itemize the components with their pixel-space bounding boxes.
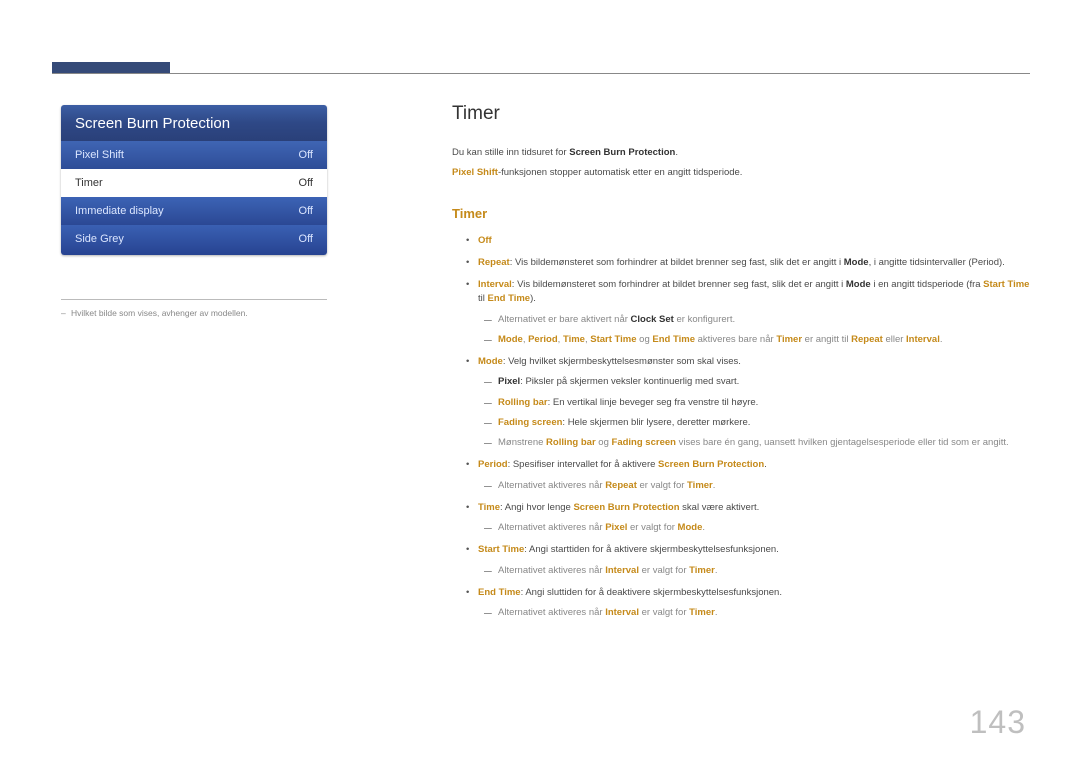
row-value: Off: [299, 205, 313, 217]
mode-rolling-bar: Rolling bar: En vertikal linje beveger s…: [498, 396, 1032, 410]
row-label: Pixel Shift: [75, 149, 124, 161]
row-label: Timer: [75, 177, 103, 189]
row-label: Side Grey: [75, 233, 124, 245]
panel-row-timer[interactable]: Timer Off: [61, 169, 327, 197]
panel-title: Screen Burn Protection: [61, 105, 327, 141]
mode-fading-screen: Fading screen: Hele skjermen blir lysere…: [498, 416, 1032, 430]
note-clock-set: Alternativet er bare aktivert når Clock …: [498, 313, 1032, 327]
intro-line-1: Du kan stille inn tidsuret for Screen Bu…: [452, 146, 1032, 160]
period-note: Alternativet aktiveres når Repeat er val…: [498, 479, 1032, 493]
option-period: Period: Spesifiser intervallet for å akt…: [478, 458, 1032, 493]
option-time: Time: Angi hvor lenge Screen Burn Protec…: [478, 501, 1032, 536]
option-mode: Mode: Velg hvilket skjermbeskyttelsesmøn…: [478, 355, 1032, 450]
option-start-time: Start Time: Angi starttiden for å aktive…: [478, 543, 1032, 578]
end-time-note: Alternativet aktiveres når Interval er v…: [498, 606, 1032, 620]
page-number: 143: [970, 704, 1026, 741]
option-end-time: End Time: Angi sluttiden for å deaktiver…: [478, 586, 1032, 621]
panel-row-side-grey[interactable]: Side Grey Off: [61, 225, 327, 255]
top-rule: [52, 62, 1030, 74]
time-note: Alternativet aktiveres når Pixel er valg…: [498, 521, 1032, 535]
timer-options-list: Off Repeat: Vis bildemønsteret som forhi…: [452, 234, 1032, 621]
panel-row-pixel-shift[interactable]: Pixel Shift Off: [61, 141, 327, 169]
row-label: Immediate display: [75, 205, 164, 217]
footnote-separator: [61, 299, 327, 300]
footnote-text: Hvilket bilde som vises, avhenger av mod…: [61, 308, 327, 318]
row-value: Off: [299, 233, 313, 245]
mode-pixel: Pixel: Piksler på skjermen veksler konti…: [498, 375, 1032, 389]
main-content: Timer Du kan stille inn tidsuret for Scr…: [452, 100, 1032, 628]
mode-note: Mønstrene Rolling bar og Fading screen v…: [498, 436, 1032, 450]
option-interval: Interval: Vis bildemønsteret som forhind…: [478, 278, 1032, 347]
intro-line-2: Pixel Shift-funksjonen stopper automatis…: [452, 166, 1032, 180]
option-repeat: Repeat: Vis bildemønsteret som forhindre…: [478, 256, 1032, 270]
row-value: Off: [299, 149, 313, 161]
start-time-note: Alternativet aktiveres når Interval er v…: [498, 564, 1032, 578]
option-off: Off: [478, 234, 1032, 248]
note-mode-period-time: Mode, Period, Time, Start Time og End Ti…: [498, 333, 1032, 347]
panel-row-immediate-display[interactable]: Immediate display Off: [61, 197, 327, 225]
subheading-timer: Timer: [452, 204, 1032, 224]
row-value: Off: [299, 177, 313, 189]
page-heading: Timer: [452, 100, 1032, 129]
screen-burn-panel: Screen Burn Protection Pixel Shift Off T…: [61, 105, 327, 255]
